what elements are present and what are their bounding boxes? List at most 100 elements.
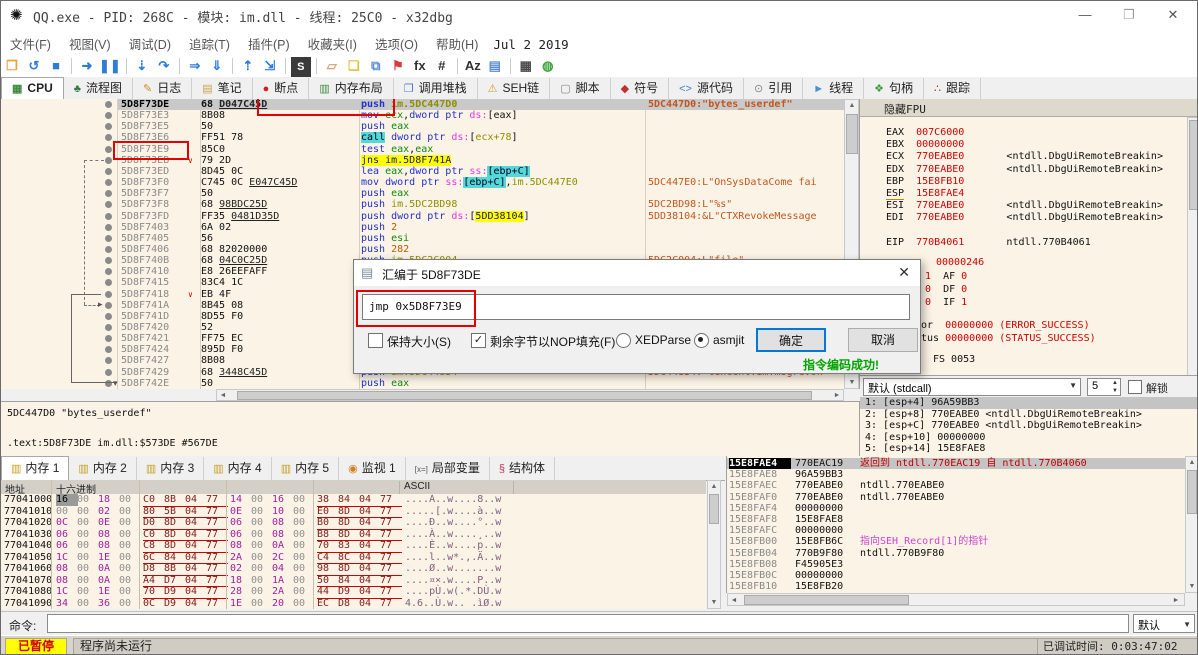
argument-row[interactable]: 2: [esp+8] 770EABE0 <ntdll.DbgUiRemoteBr… xyxy=(860,409,1197,421)
disasm-row[interactable]: 5D8F73E6 FF51 78 call dword ptr ds:[ecx+78… xyxy=(105,132,844,144)
ok-button[interactable]: 确定 xyxy=(756,328,826,352)
dump-row[interactable]: 77041070 08 00 0A 00 A4 D7 04 77 18 00 1A 00 50 84 04 77… xyxy=(1,575,706,587)
disasm-row[interactable]: 5D8F73F8 68 98BDC25D push im.5DC2BD98 5DC2B… xyxy=(105,199,844,210)
disasm-horizontal-scrollbar[interactable]: ◄ ► xyxy=(216,389,844,401)
open-folder-icon[interactable]: ❒ xyxy=(2,56,22,76)
register-row[interactable]: ECX 770EABE0 <ntdll.DbgUiRemoteBreakin> xyxy=(886,151,1163,163)
scroll-down-icon[interactable]: ▼ xyxy=(708,598,720,608)
breakpoint-dot[interactable] xyxy=(105,112,112,120)
stack-row[interactable]: 15E8FAE4 770EAC19 返回到 ntdll.770EAC19 自 ntd… xyxy=(727,458,1185,470)
tab-源代码[interactable]: <> 源代码 xyxy=(669,78,744,99)
stack-row[interactable]: 15E8FB0C 00000000 xyxy=(727,570,1185,581)
stop-icon[interactable]: ■ xyxy=(46,56,66,76)
breakpoint-dot[interactable] xyxy=(105,290,112,298)
breakpoint-dot[interactable] xyxy=(105,201,112,209)
disasm-row[interactable]: 5D8F742E 50 push eax xyxy=(105,378,844,389)
menu-item[interactable]: 视图(V) xyxy=(60,29,120,58)
hide-fpu-button[interactable]: 隐藏FPU xyxy=(860,99,1197,117)
tab-符号[interactable]: ◆ 符号 xyxy=(611,78,670,99)
tab-句柄[interactable]: ❖ 句柄 xyxy=(864,78,924,99)
scroll-right-icon[interactable]: ► xyxy=(831,391,843,401)
notes-device-icon[interactable]: ▤ xyxy=(485,56,505,76)
scroll-left-icon[interactable]: ◄ xyxy=(217,391,229,401)
register-row[interactable]: EDI 770EABE0 <ntdll.DbgUiRemoteBreakin> xyxy=(886,212,1163,224)
dump-row[interactable]: 77041000 16 00 18 00 C0 8B 04 77 14 00 16 00 38 84 04 77… xyxy=(1,494,706,507)
step-into-icon[interactable]: ⇣ xyxy=(132,56,152,76)
minimize-button[interactable]: — xyxy=(1065,1,1105,29)
scroll-thumb[interactable] xyxy=(1187,470,1197,514)
step-into-user-icon[interactable]: ⇲ xyxy=(260,56,280,76)
command-input[interactable] xyxy=(47,614,1129,633)
scroll-thumb[interactable] xyxy=(1189,120,1197,210)
argument-row[interactable]: 4: [esp+10] 00000000 xyxy=(860,432,1197,444)
calling-convention-select[interactable]: 默认 (stdcall) ▼ xyxy=(863,378,1081,396)
breakpoint-dot[interactable] xyxy=(105,335,112,343)
bookmark-icon[interactable]: ⚑ xyxy=(388,56,408,76)
step-over-icon[interactable]: ↷ xyxy=(154,56,174,76)
menu-item[interactable]: 调试(D) xyxy=(120,29,180,58)
tab-内存 2[interactable]: ▥ 内存 2 xyxy=(69,457,137,480)
argument-row[interactable]: 5: [esp+14] 15E8FAE8 xyxy=(860,443,1197,455)
spinner-arrows-icon[interactable]: ▲ ▼ xyxy=(1112,379,1118,395)
tab-线程[interactable]: ► 线程 xyxy=(803,78,865,99)
execute-till-return-icon[interactable]: ⇡ xyxy=(238,56,258,76)
register-row[interactable]: EBX 00000000 xyxy=(886,139,964,151)
stack-row[interactable]: 15E8FAFC 00000000 xyxy=(727,525,1185,536)
breakpoint-dot[interactable] xyxy=(105,234,112,242)
register-row[interactable]: EDX 770EABE0 <ntdll.DbgUiRemoteBreakin> xyxy=(886,164,1163,176)
argument-row[interactable]: 1: [esp+4] 96A59BB3 xyxy=(860,397,1197,409)
breakpoint-dot[interactable] xyxy=(105,134,112,142)
tab-内存 4[interactable]: ▥ 内存 4 xyxy=(204,457,272,480)
stack-row[interactable]: 15E8FB04 770B9F80 ntdll.770B9F80 xyxy=(727,548,1185,559)
stack-row[interactable]: 15E8FAF0 770EABE0 ntdll.770EABE0 xyxy=(727,492,1185,503)
stack-panel[interactable]: 15E8FAE4 770EAC19 返回到 ntdll.770EAC19 自 ntd… xyxy=(726,456,1185,593)
restart-icon[interactable]: ↺ xyxy=(24,56,44,76)
breakpoint-dot[interactable] xyxy=(105,324,112,331)
menu-item[interactable]: 文件(F) xyxy=(1,29,60,58)
breakpoint-dot[interactable] xyxy=(105,257,112,265)
scroll-thumb[interactable] xyxy=(237,391,812,400)
stack-horizontal-scrollbar[interactable]: ◄ ► xyxy=(727,593,1185,606)
breakpoint-dot[interactable] xyxy=(105,346,112,354)
disasm-row[interactable]: 5D8F73E5 50 push eax xyxy=(105,121,844,132)
breakpoint-dot[interactable] xyxy=(105,368,112,376)
tab-内存 3[interactable]: ▥ 内存 3 xyxy=(137,457,205,480)
dump-row[interactable]: 77041030 06 00 08 00 C0 8D 04 77 06 00 08 00 B8 8D 04 77… xyxy=(1,529,706,541)
scroll-thumb[interactable] xyxy=(846,114,858,154)
register-row[interactable]: EIP 770B4061 ntdll.770B4061 xyxy=(886,237,1091,249)
disasm-row[interactable]: 5D8F7406 68 82020000 push 282 xyxy=(105,244,844,255)
register-row[interactable]: EBP 15E8FB10 xyxy=(886,176,964,188)
run-icon[interactable]: ➜ xyxy=(77,56,97,76)
breakpoint-dot[interactable] xyxy=(105,268,112,276)
font-icon[interactable]: Az xyxy=(463,56,483,76)
dump-row[interactable]: 77041020 0C 00 0E 00 D0 8D 04 77 06 00 08 00 B0 8D 04 77… xyxy=(1,517,706,530)
menu-item[interactable]: 收藏夹(I) xyxy=(299,29,366,58)
scroll-left-icon[interactable]: ◄ xyxy=(728,596,740,606)
dump-row[interactable]: 77041080 1C 00 1E 00 70 D9 04 77 28 00 2A 00 44 D9 04 77… xyxy=(1,586,706,599)
breakpoint-dot[interactable] xyxy=(105,212,112,220)
stack-row[interactable]: 15E8FB08 F45905E3 xyxy=(727,559,1185,570)
asmjit-radio[interactable] xyxy=(694,333,709,348)
breakpoint-dot[interactable] xyxy=(105,167,112,175)
disasm-row[interactable]: 5D8F7405 56 push esi xyxy=(105,233,844,244)
dump-row[interactable]: 77041040 06 00 08 00 C8 8D 04 77 08 00 0A 00 70 83 04 77… xyxy=(1,540,706,553)
maximize-button[interactable]: ❐ xyxy=(1109,1,1149,29)
breakpoint-dot[interactable] xyxy=(105,123,112,131)
dialog-close-icon[interactable]: ✕ xyxy=(898,264,910,281)
scroll-up-icon[interactable]: ▲ xyxy=(708,482,720,492)
scroll-down-icon[interactable]: ▼ xyxy=(1186,582,1197,592)
scroll-down-icon[interactable]: ▼ xyxy=(846,378,858,388)
command-mode-select[interactable]: 默认 ▼ xyxy=(1133,614,1195,633)
menu-item[interactable]: 选项(O) xyxy=(366,29,427,58)
scroll-up-icon[interactable]: ▲ xyxy=(846,101,858,111)
stack-row[interactable]: 15E8FAEC 770EABE0 ntdll.770EABE0 xyxy=(727,480,1185,491)
comment-icon[interactable]: ❏ xyxy=(344,56,364,76)
stack-row[interactable]: 15E8FB10 15E8FB20 xyxy=(727,581,1185,592)
disasm-row[interactable]: 5D8F73F0 C745 0C E047C45D mov dword ptr ss… xyxy=(105,177,844,189)
disasm-row[interactable]: 5D8F73E9 85C0 test eax,eax xyxy=(105,144,844,155)
function-icon[interactable]: fx xyxy=(410,56,430,76)
calculator-icon[interactable]: ▦ xyxy=(516,56,536,76)
script-s-icon[interactable]: S xyxy=(290,57,311,77)
xedparse-radio[interactable] xyxy=(616,333,631,348)
menu-item[interactable]: 帮助(H) xyxy=(427,29,487,58)
